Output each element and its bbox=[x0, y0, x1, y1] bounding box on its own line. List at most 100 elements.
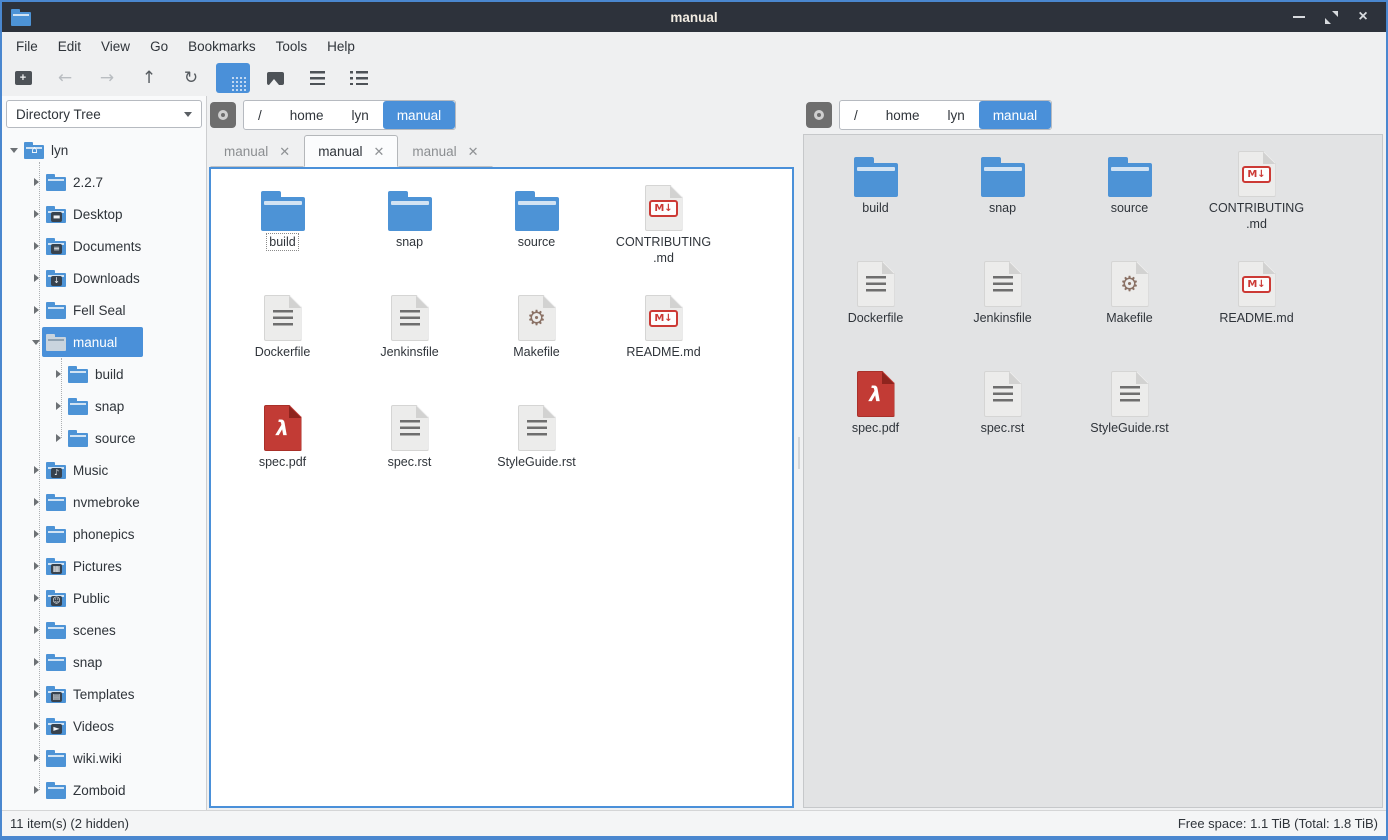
up-button[interactable]: ↑ bbox=[132, 63, 166, 93]
breadcrumb-home[interactable]: home bbox=[872, 101, 934, 129]
breadcrumb-root[interactable]: / bbox=[244, 101, 276, 129]
expand-arrow-icon[interactable] bbox=[30, 210, 42, 218]
expand-arrow-icon[interactable] bbox=[52, 370, 64, 378]
file-item-spec-pdf[interactable]: λspec.pdf bbox=[223, 397, 343, 507]
tree-item-pictures[interactable]: ▦Pictures bbox=[2, 550, 206, 582]
tab-3[interactable]: manual✕ bbox=[398, 135, 492, 167]
menu-edit[interactable]: Edit bbox=[48, 34, 91, 58]
menu-go[interactable]: Go bbox=[140, 34, 178, 58]
compact-view-button[interactable] bbox=[300, 63, 334, 93]
back-button[interactable]: ← bbox=[48, 63, 82, 93]
breadcrumb-lyn[interactable]: lyn bbox=[934, 101, 979, 129]
right-file-view[interactable]: buildsnapsourceM↓CONTRIBUTING.md Dockerfi… bbox=[803, 134, 1383, 808]
tree-item-manual[interactable]: manual bbox=[2, 326, 206, 358]
expand-arrow-icon[interactable] bbox=[30, 690, 42, 698]
tree-item-build[interactable]: build bbox=[2, 358, 206, 390]
file-item-readme-md[interactable]: M↓README.md bbox=[1197, 253, 1317, 363]
tree-item-documents[interactable]: ≡Documents bbox=[2, 230, 206, 262]
expand-arrow-icon[interactable] bbox=[30, 786, 42, 794]
file-item-spec-rst[interactable]: spec.rst bbox=[350, 397, 470, 507]
file-item-jenkinsfile[interactable]: Jenkinsfile bbox=[350, 287, 470, 397]
expand-arrow-icon[interactable] bbox=[30, 626, 42, 634]
tree-item-fell-seal[interactable]: Fell Seal bbox=[2, 294, 206, 326]
expand-arrow-icon[interactable] bbox=[30, 722, 42, 730]
tab-close-icon[interactable]: ✕ bbox=[373, 145, 384, 158]
menu-tools[interactable]: Tools bbox=[266, 34, 318, 58]
file-item-makefile[interactable]: ⚙Makefile bbox=[1070, 253, 1190, 363]
tree-item-source[interactable]: source bbox=[2, 422, 206, 454]
file-item-makefile[interactable]: ⚙Makefile bbox=[477, 287, 597, 397]
pane-splitter[interactable] bbox=[795, 96, 803, 810]
file-item-build[interactable]: build bbox=[816, 143, 936, 253]
tree-item-desktop[interactable]: ▬Desktop bbox=[2, 198, 206, 230]
new-tab-button[interactable] bbox=[6, 63, 40, 93]
breadcrumb-lyn[interactable]: lyn bbox=[338, 101, 383, 129]
left-places-button[interactable] bbox=[210, 102, 236, 128]
tree-item-zomboid[interactable]: Zomboid bbox=[2, 774, 206, 806]
expand-arrow-icon[interactable] bbox=[30, 306, 42, 314]
breadcrumb-home[interactable]: home bbox=[276, 101, 338, 129]
tab-close-icon[interactable]: ✕ bbox=[279, 145, 290, 158]
file-item-dockerfile[interactable]: Dockerfile bbox=[223, 287, 343, 397]
tree-item-lyn[interactable]: ⌂lyn bbox=[2, 134, 206, 166]
file-item-styleguide-rst[interactable]: StyleGuide.rst bbox=[1070, 363, 1190, 473]
minimize-button[interactable] bbox=[1286, 6, 1312, 28]
tree-item-templates[interactable]: ▤Templates bbox=[2, 678, 206, 710]
file-item-contributing-md[interactable]: M↓CONTRIBUTING.md bbox=[604, 177, 724, 287]
tree-item-downloads[interactable]: ↓Downloads bbox=[2, 262, 206, 294]
tree-item-videos[interactable]: ►Videos bbox=[2, 710, 206, 742]
file-item-snap[interactable]: snap bbox=[350, 177, 470, 287]
file-item-dockerfile[interactable]: Dockerfile bbox=[816, 253, 936, 363]
expand-arrow-icon[interactable] bbox=[30, 274, 42, 282]
tab-1[interactable]: manual✕ bbox=[210, 135, 304, 167]
expand-arrow-icon[interactable] bbox=[30, 562, 42, 570]
tree-item-wiki-wiki[interactable]: wiki.wiki bbox=[2, 742, 206, 774]
expand-arrow-icon[interactable] bbox=[30, 754, 42, 762]
expand-arrow-icon[interactable] bbox=[30, 178, 42, 186]
file-item-source[interactable]: source bbox=[1070, 143, 1190, 253]
tree-item-public[interactable]: ☺Public bbox=[2, 582, 206, 614]
reload-button[interactable]: ↻ bbox=[174, 63, 208, 93]
expand-arrow-icon[interactable] bbox=[30, 242, 42, 250]
breadcrumb-manual[interactable]: manual bbox=[979, 101, 1051, 129]
expand-arrow-icon[interactable] bbox=[30, 530, 42, 538]
breadcrumb-manual[interactable]: manual bbox=[383, 101, 455, 129]
expand-arrow-icon[interactable] bbox=[52, 434, 64, 442]
thumbnail-view-button[interactable] bbox=[258, 63, 292, 93]
tree-item-2-2-7[interactable]: 2.2.7 bbox=[2, 166, 206, 198]
menu-file[interactable]: File bbox=[6, 34, 48, 58]
menu-bookmarks[interactable]: Bookmarks bbox=[178, 34, 266, 58]
file-item-styleguide-rst[interactable]: StyleGuide.rst bbox=[477, 397, 597, 507]
tab-close-icon[interactable]: ✕ bbox=[468, 145, 479, 158]
file-item-contributing-md[interactable]: M↓CONTRIBUTING.md bbox=[1197, 143, 1317, 253]
file-item-jenkinsfile[interactable]: Jenkinsfile bbox=[943, 253, 1063, 363]
menu-view[interactable]: View bbox=[91, 34, 140, 58]
tree-item-nvmebroke[interactable]: nvmebroke bbox=[2, 486, 206, 518]
detailed-list-view-button[interactable] bbox=[342, 63, 376, 93]
restore-button[interactable] bbox=[1318, 6, 1344, 28]
breadcrumb-root[interactable]: / bbox=[840, 101, 872, 129]
left-file-view[interactable]: buildsnapsourceM↓CONTRIBUTING.md Dockerfi… bbox=[209, 167, 794, 808]
expand-arrow-icon[interactable] bbox=[30, 498, 42, 506]
icon-view-button[interactable] bbox=[216, 63, 250, 93]
file-item-snap[interactable]: snap bbox=[943, 143, 1063, 253]
tree-item-phonepics[interactable]: phonepics bbox=[2, 518, 206, 550]
tab-2-active[interactable]: manual✕ bbox=[304, 135, 398, 167]
collapse-arrow-icon[interactable] bbox=[8, 148, 20, 153]
expand-arrow-icon[interactable] bbox=[52, 402, 64, 410]
file-item-spec-rst[interactable]: spec.rst bbox=[943, 363, 1063, 473]
file-item-source[interactable]: source bbox=[477, 177, 597, 287]
collapse-arrow-icon[interactable] bbox=[30, 340, 42, 345]
expand-arrow-icon[interactable] bbox=[30, 466, 42, 474]
file-item-build[interactable]: build bbox=[223, 177, 343, 287]
tree-item-music[interactable]: ♪Music bbox=[2, 454, 206, 486]
forward-button[interactable]: → bbox=[90, 63, 124, 93]
menu-help[interactable]: Help bbox=[317, 34, 365, 58]
right-places-button[interactable] bbox=[806, 102, 832, 128]
file-item-readme-md[interactable]: M↓README.md bbox=[604, 287, 724, 397]
file-item-spec-pdf[interactable]: λspec.pdf bbox=[816, 363, 936, 473]
tree-item-scenes[interactable]: scenes bbox=[2, 614, 206, 646]
sidebar-mode-selector[interactable]: Directory Tree bbox=[6, 100, 202, 128]
tree-item-snap[interactable]: snap bbox=[2, 390, 206, 422]
close-button[interactable]: × bbox=[1350, 6, 1376, 28]
